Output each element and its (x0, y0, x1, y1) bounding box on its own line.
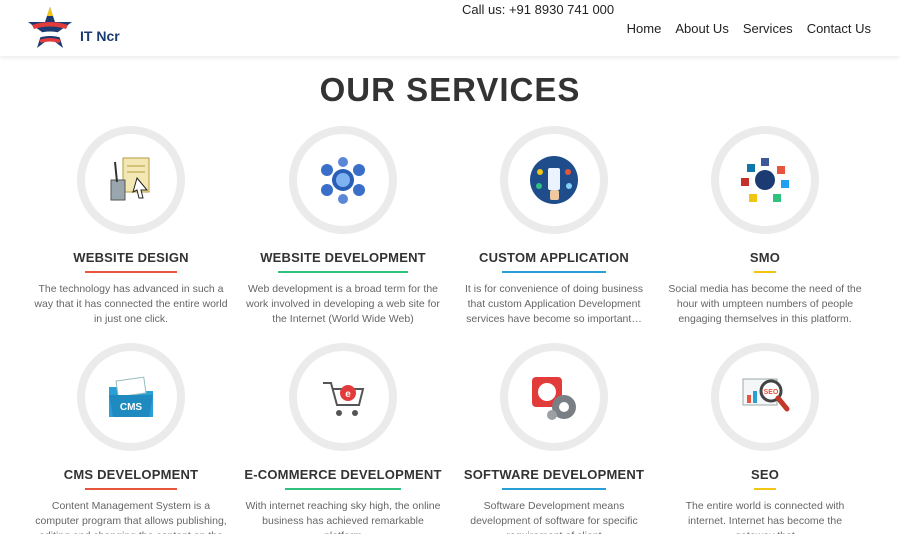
service-description: It is for convenience of doing business … (464, 283, 644, 325)
service-description: Content Management System is a computer … (35, 500, 227, 534)
service-title: SMO (749, 250, 781, 265)
shopping-cart-icon: e (323, 382, 365, 416)
svg-text:CMS: CMS (120, 402, 143, 413)
title-underline (85, 488, 177, 490)
star-logo-icon[interactable] (22, 5, 78, 53)
service-title: CUSTOM APPLICATION (479, 250, 629, 265)
icon-ring (711, 126, 819, 234)
service-description: Software Development means development o… (470, 500, 638, 534)
service-card-e-commerce-development[interactable]: e E-COMMERCE DEVELOPMENT With internet r… (237, 343, 449, 534)
icon-ring: e (289, 343, 397, 451)
title-underline (285, 488, 401, 490)
service-description: Web development is a broad term for the … (246, 283, 440, 325)
service-card-custom-application[interactable]: CUSTOM APPLICATION It is for convenience… (448, 126, 660, 327)
service-card-website-development[interactable]: WEBSITE DEVELOPMENT Web development is a… (237, 126, 449, 327)
software-gears-icon (532, 377, 576, 420)
service-title: WEBSITE DEVELOPMENT (260, 250, 426, 265)
service-title: SOFTWARE DEVELOPMENT (463, 467, 645, 482)
design-tools-icon (110, 157, 150, 201)
mobile-app-icon (530, 156, 578, 204)
title-underline (278, 271, 408, 273)
service-title: WEBSITE DESIGN (73, 250, 189, 265)
svg-text:SEO: SEO (764, 389, 779, 396)
service-card-cms-development[interactable]: CMS CMS DEVELOPMENT Content Management S… (25, 343, 237, 534)
seo-magnifier-icon: SEO (742, 378, 790, 412)
service-card-smo[interactable]: SMO Social media has become the need of … (659, 126, 871, 327)
title-underline (754, 488, 776, 490)
main-nav: Home About Us Services Contact Us (627, 21, 871, 36)
service-description: The technology has advanced in such a wa… (34, 283, 228, 325)
service-card-website-design[interactable]: WEBSITE DESIGN The technology has advanc… (25, 126, 237, 327)
svg-text:e: e (345, 389, 351, 400)
icon-ring (500, 126, 608, 234)
title-underline (85, 271, 177, 273)
brand-name[interactable]: IT Ncr (80, 28, 120, 44)
icon-ring: SEO (711, 343, 819, 451)
service-title: E-COMMERCE DEVELOPMENT (244, 467, 442, 482)
nav-contact-us[interactable]: Contact Us (807, 21, 871, 36)
cms-folder-icon: CMS (109, 376, 153, 417)
nav-home[interactable]: Home (627, 21, 662, 36)
icon-ring (289, 126, 397, 234)
social-media-icon (741, 158, 789, 202)
icon-ring (77, 126, 185, 234)
service-card-software-development[interactable]: SOFTWARE DEVELOPMENT Software Developmen… (448, 343, 660, 534)
icon-ring: CMS (77, 343, 185, 451)
service-title: SEO (750, 467, 780, 482)
nav-about-us[interactable]: About Us (675, 21, 728, 36)
section-title: OUR SERVICES (319, 71, 581, 108)
call-us-text: Call us: +91 8930 741 000 (462, 2, 615, 17)
title-underline (754, 271, 776, 273)
service-title: CMS DEVELOPMENT (63, 467, 199, 482)
title-underline (502, 271, 606, 273)
title-underline (502, 488, 606, 490)
icon-ring (500, 343, 608, 451)
service-description: The entire world is connected with inter… (685, 500, 845, 534)
web-network-icon (321, 157, 365, 204)
service-card-seo[interactable]: SEO SEO The entire world is connected wi… (659, 343, 871, 534)
service-description: Social media has become the need of the … (668, 283, 862, 325)
site-header: IT Ncr Call us: +91 8930 741 000 Home Ab… (0, 0, 900, 56)
service-description: With internet reaching sky high, the onl… (245, 500, 441, 534)
nav-services[interactable]: Services (743, 21, 793, 36)
